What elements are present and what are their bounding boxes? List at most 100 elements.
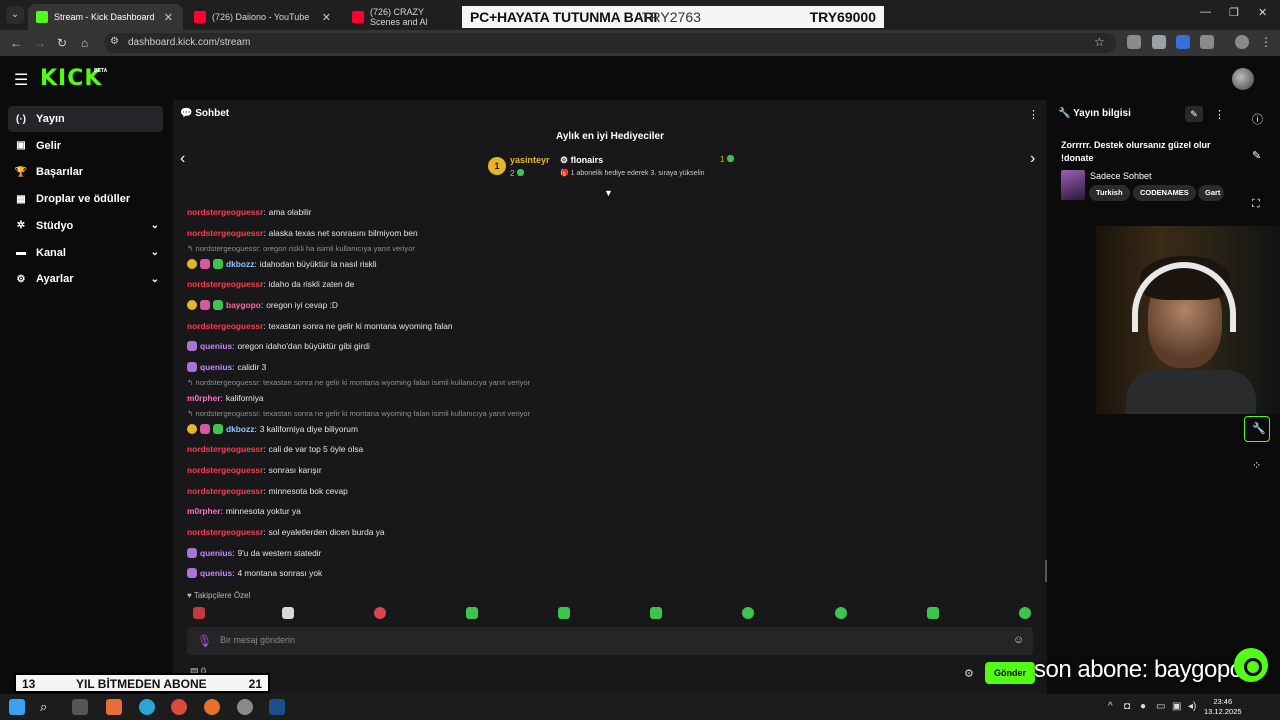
chat-username[interactable]: quenius	[200, 548, 232, 558]
search-icon[interactable]: ⌕	[40, 699, 56, 715]
gifters-next-arrow-icon[interactable]: ›	[1030, 150, 1035, 168]
chat-username[interactable]: nordstergeoguessr	[187, 486, 263, 496]
send-button[interactable]: Gönder	[985, 662, 1035, 684]
close-tab-icon[interactable]: ✕	[322, 11, 331, 24]
system-clock[interactable]: 23:46 13.12.2025	[1204, 697, 1242, 717]
reload-icon[interactable]: ↻	[57, 36, 67, 50]
chat-message[interactable]: m0rpher: minnesota yoktur ya	[187, 501, 1037, 522]
tray-app-icon[interactable]: ▭	[1156, 701, 1165, 712]
chat-settings-gear-icon[interactable]: ⚙	[964, 667, 974, 680]
windows-start-icon[interactable]	[9, 699, 25, 715]
emote-icon[interactable]	[650, 607, 662, 619]
close-tab-icon[interactable]: ✕	[164, 11, 173, 24]
profile-icon[interactable]	[1235, 35, 1249, 49]
sidebar-item-settings[interactable]: ⚙ Ayarlar ⌄	[8, 266, 163, 292]
chevron-down-icon[interactable]: ⌄	[151, 220, 159, 231]
nodes-icon[interactable]: ⁘	[1252, 459, 1261, 472]
stream-tag[interactable]: Turkish	[1089, 185, 1130, 201]
emote-icon[interactable]	[927, 607, 939, 619]
chat-message[interactable]: quenius:9'u da western statedir	[187, 542, 1037, 563]
second-gifter[interactable]: ⚙ flonairs	[560, 155, 603, 166]
bookmark-star-icon[interactable]: ☆	[1094, 35, 1105, 49]
firefox-icon[interactable]	[204, 699, 220, 715]
chat-username[interactable]: quenius	[200, 362, 232, 372]
chat-message[interactable]: nordstergeoguessr: cali de var top 5 öyle…	[187, 439, 1037, 460]
chat-username[interactable]: dkbozz	[226, 259, 254, 269]
chevron-down-icon[interactable]: ⌄	[151, 274, 159, 285]
microphone-icon[interactable]: 🎙	[197, 634, 212, 648]
emote-icon[interactable]	[558, 607, 570, 619]
obs-icon[interactable]	[237, 699, 253, 715]
info-menu-icon[interactable]: ⋮	[1214, 108, 1225, 121]
edge-icon[interactable]	[139, 699, 155, 715]
chat-username[interactable]: nordstergeoguessr	[187, 527, 263, 537]
chat-message[interactable]: nordstergeoguessr: sol eyaletlerden dicen…	[187, 522, 1037, 543]
chevron-down-icon[interactable]: ⌄	[151, 247, 159, 258]
chat-message[interactable]: quenius: oregon idaho'dan büyüktür gibi g…	[187, 336, 1037, 357]
chat-message[interactable]: baygopo: oregon iyi cevap :D	[187, 295, 1037, 316]
chat-message[interactable]: dkbozz: idahodan büyüktür la nasıl riskli	[187, 253, 1037, 274]
tab-youtube-1[interactable]: (726) Daiiono - YouTube ✕	[186, 4, 341, 30]
tab-kick-dashboard[interactable]: Stream - Kick Dashboard ✕	[28, 4, 183, 30]
shield-extension-icon[interactable]	[1152, 35, 1166, 49]
sidebar-item-broadcast[interactable]: (·) Yayın	[8, 106, 163, 132]
pinned-collapse-icon[interactable]: ▼	[604, 188, 613, 198]
task-view-icon[interactable]	[72, 699, 88, 715]
extension-icon[interactable]	[1176, 35, 1190, 49]
pencil-icon[interactable]: ✎	[1252, 149, 1261, 162]
restore-icon[interactable]: ❐	[1229, 6, 1239, 19]
tab-search-icon[interactable]: ⌄	[6, 6, 24, 24]
top-gifter-name[interactable]: yasinteyr	[510, 155, 550, 165]
category-thumbnail[interactable]	[1061, 170, 1085, 200]
sidebar-item-trophy[interactable]: 🏆 Başarılar	[8, 159, 163, 185]
chat-username[interactable]: nordstergeoguessr	[187, 228, 263, 238]
sidebar-item-revenue[interactable]: ▣ Gelir	[8, 133, 163, 159]
address-bar[interactable]	[104, 33, 1116, 53]
chat-message[interactable]: nordstergeoguessr: minnesota bok cevap	[187, 480, 1037, 501]
chat-username[interactable]: nordstergeoguessr	[187, 444, 263, 454]
fullscreen-icon[interactable]: ⛶	[1252, 198, 1260, 211]
chat-message[interactable]: quenius:4 montana sonrası yok	[187, 563, 1037, 584]
emote-icon[interactable]	[466, 607, 478, 619]
chat-message[interactable]: m0rpher: kaliforniya	[187, 388, 1037, 409]
chat-bubble-icon[interactable]	[1234, 648, 1268, 682]
gifters-prev-arrow-icon[interactable]: ‹	[180, 150, 185, 168]
app-icon[interactable]	[106, 699, 122, 715]
emoji-picker-icon[interactable]: ☺	[1013, 634, 1024, 646]
emote-icon[interactable]	[1019, 607, 1031, 619]
chat-username[interactable]: baygopo	[226, 300, 261, 310]
extension-icon[interactable]	[1127, 35, 1141, 49]
emote-icon[interactable]	[282, 607, 294, 619]
volume-icon[interactable]: ◂)	[1188, 701, 1196, 712]
microphone-tray-icon[interactable]: ●	[1140, 701, 1146, 712]
steam-icon[interactable]	[269, 699, 285, 715]
sidebar-item-studio[interactable]: ✲ Stüdyo ⌄	[8, 213, 163, 239]
home-icon[interactable]: ⌂	[81, 36, 88, 50]
chat-message[interactable]: nordstergeoguessr: alaska texas net sonra…	[187, 223, 1037, 244]
minimize-icon[interactable]: —	[1200, 6, 1211, 18]
emote-icon[interactable]	[374, 607, 386, 619]
hamburger-menu-icon[interactable]: ☰	[14, 70, 28, 90]
extensions-puzzle-icon[interactable]	[1200, 35, 1214, 49]
chat-menu-icon[interactable]: ⋮	[1028, 108, 1039, 121]
chat-username[interactable]: m0rpher	[187, 506, 221, 516]
stream-tag[interactable]: CODENAMES	[1133, 185, 1196, 201]
info-icon[interactable]: ⓘ	[1252, 111, 1263, 127]
network-icon[interactable]: ▣	[1172, 701, 1181, 712]
stream-tag[interactable]: Gart	[1198, 185, 1224, 201]
chat-message[interactable]: quenius: calidir 3	[187, 357, 1037, 378]
back-icon[interactable]: ←	[10, 36, 22, 50]
chat-username[interactable]: nordstergeoguessr	[187, 279, 263, 289]
edit-pencil-icon[interactable]: ✎	[1185, 106, 1203, 122]
url-text[interactable]: dashboard.kick.com/stream	[128, 37, 250, 48]
emote-icon[interactable]	[193, 607, 205, 619]
tray-app-icon[interactable]: ◘	[1124, 701, 1130, 712]
tray-chevron-icon[interactable]: ^	[1108, 701, 1113, 712]
chat-message[interactable]: nordstergeoguessr: sonrası karışır	[187, 460, 1037, 481]
tab-youtube-2[interactable]: (726) CRAZY Scenes and Al	[344, 4, 464, 30]
chat-scrollbar[interactable]	[1045, 560, 1047, 582]
forward-icon[interactable]: →	[34, 36, 46, 50]
close-window-icon[interactable]: ✕	[1258, 6, 1267, 19]
site-info-icon[interactable]: ⚙	[110, 36, 119, 47]
emote-icon[interactable]	[742, 607, 754, 619]
